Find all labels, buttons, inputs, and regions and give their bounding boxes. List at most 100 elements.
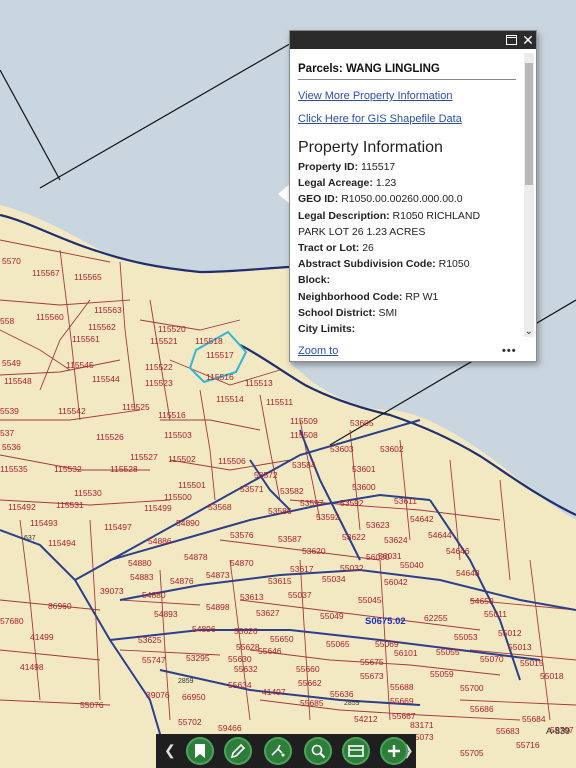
parcel-label: 54880 bbox=[128, 558, 152, 568]
parcel-label: 115522 bbox=[145, 362, 173, 372]
parcel-label: 115516 bbox=[206, 372, 234, 382]
parcel-label: 54644 bbox=[428, 530, 452, 540]
parcel-label: 55065 bbox=[326, 639, 350, 649]
parcel-label: 53584 bbox=[292, 460, 316, 470]
property-field-row: Legal Description: R1050 RICHLAND bbox=[298, 208, 522, 224]
road-label: 2859 bbox=[344, 700, 360, 707]
close-icon[interactable]: ✕ bbox=[521, 32, 535, 48]
parcel-label: 56101 bbox=[394, 648, 418, 658]
parcel-label: 115500 bbox=[164, 492, 192, 502]
parcel-label: 115494 bbox=[48, 538, 76, 548]
maximize-icon[interactable] bbox=[504, 32, 518, 48]
field-label: Neighborhood Code: bbox=[298, 290, 403, 303]
parcel-label: 53611 bbox=[394, 496, 417, 506]
parcel-label: 55032 bbox=[340, 563, 364, 573]
parcel-label: 53572 bbox=[254, 470, 278, 480]
parcel-label: 55683 bbox=[496, 726, 520, 736]
parcel-label: 53602 bbox=[380, 444, 404, 454]
highlight-parcel-label: S0675.02 bbox=[365, 616, 406, 627]
scroll-down-icon[interactable]: ⌄ bbox=[525, 326, 533, 337]
add-button[interactable] bbox=[380, 737, 408, 765]
parcel-label: 558 bbox=[0, 316, 14, 326]
parcel-label: 53603 bbox=[330, 444, 354, 454]
property-field-row: Neighborhood Code: RP W1 bbox=[298, 289, 522, 305]
parcel-label: 115565 bbox=[74, 272, 102, 282]
measure-button[interactable] bbox=[264, 737, 292, 765]
parcel-label: 115492 bbox=[8, 502, 36, 512]
parcel-label: 115523 bbox=[145, 378, 173, 388]
toolbar-prev-icon[interactable]: ❮ bbox=[164, 742, 176, 759]
property-field-row: Legal Acreage: 1.23 bbox=[298, 175, 522, 191]
field-value: PARK LOT 26 1.23 ACRES bbox=[298, 225, 426, 238]
field-label: Legal Description: bbox=[298, 209, 390, 222]
parcel-label: 53617 bbox=[290, 564, 314, 574]
gis-shapefile-link[interactable]: Click Here for GIS Shapefile Data bbox=[298, 113, 522, 125]
field-value: R1050 RICHLAND bbox=[392, 209, 481, 222]
zoom-search-button[interactable] bbox=[304, 737, 332, 765]
property-field-row: GEO ID: R1050.00.00260.000.00.0 bbox=[298, 191, 522, 207]
parcel-label: 115567 bbox=[32, 268, 60, 278]
parcel-label: 53568 bbox=[208, 502, 232, 512]
road-label: 637 bbox=[24, 535, 36, 542]
parcel-label: 54212 bbox=[354, 714, 378, 724]
parcel-label: 53613 bbox=[240, 592, 264, 602]
parcel-label: 115548 bbox=[4, 376, 32, 386]
popup-footer: Zoom to ••• bbox=[298, 345, 516, 357]
parcel-label: 55747 bbox=[142, 655, 166, 665]
parcel-label: 55626 bbox=[234, 626, 258, 636]
parcel-label: 54893 bbox=[154, 609, 178, 619]
parcel-label: 55628 bbox=[236, 642, 260, 652]
parcel-label: 55634 bbox=[228, 680, 252, 690]
parcel-label: 55013 bbox=[508, 642, 532, 652]
parcel-label: 55070 bbox=[480, 654, 504, 664]
parcel-label: 53623 bbox=[366, 520, 390, 530]
parcel-label: 55076 bbox=[80, 700, 104, 710]
parcel-label: 5536 bbox=[2, 442, 21, 452]
popup-scrollbar[interactable] bbox=[524, 53, 534, 337]
parcel-label: 53597 bbox=[300, 498, 324, 508]
field-value: 26 bbox=[362, 242, 374, 255]
bookmark-button[interactable] bbox=[186, 737, 214, 765]
parcel-label: 115526 bbox=[96, 432, 124, 442]
parcel-label: 55040 bbox=[400, 560, 424, 570]
parcel-label: 115501 bbox=[178, 480, 206, 490]
parcel-label: 115517 bbox=[206, 350, 234, 360]
add-icon bbox=[388, 745, 400, 757]
parcel-label: 41499 bbox=[30, 632, 54, 642]
zoom-to-link[interactable]: Zoom to bbox=[298, 345, 338, 357]
parcel-label: 41498 bbox=[20, 662, 44, 672]
parcel-label: 55632 bbox=[234, 664, 258, 674]
section-title: Property Information bbox=[298, 139, 443, 156]
parcel-label: 115528 bbox=[110, 464, 138, 474]
parcel-label: 57680 bbox=[0, 616, 24, 626]
parcel-label: 55053 bbox=[454, 632, 478, 642]
parcel-label: 55716 bbox=[516, 740, 540, 750]
draw-button[interactable] bbox=[224, 737, 252, 765]
scrollbar-thumb[interactable] bbox=[525, 63, 533, 185]
parcel-label: 537 bbox=[0, 428, 14, 438]
parcel-label: 83171 bbox=[410, 720, 434, 730]
parcel-label: 39073 bbox=[100, 586, 124, 596]
field-label: School District: bbox=[298, 306, 376, 319]
parcel-label: 53615 bbox=[268, 576, 292, 586]
parcel-label: 55630 bbox=[228, 654, 252, 664]
parcel-label: 66950 bbox=[182, 692, 206, 702]
table-button[interactable] bbox=[342, 737, 370, 765]
parcel-label: 54648 bbox=[456, 568, 480, 578]
parcel-label: 115532 bbox=[54, 464, 82, 474]
parcel-label: 115562 bbox=[88, 322, 116, 332]
parcel-label: 55700 bbox=[460, 683, 484, 693]
parcel-label: 115518 bbox=[195, 336, 223, 346]
view-more-property-link[interactable]: View More Property Information bbox=[298, 90, 522, 102]
parcel-label: 115527 bbox=[130, 452, 158, 462]
parcel-label: 53576 bbox=[230, 530, 254, 540]
parcel-label: 56031 bbox=[378, 551, 402, 561]
parcel-label: 54873 bbox=[206, 570, 230, 580]
parcel-label: 55705 bbox=[460, 748, 484, 758]
parcel-label: 54883 bbox=[130, 572, 154, 582]
parcel-label: 86960 bbox=[48, 601, 72, 611]
field-label: Legal Acreage: bbox=[298, 177, 373, 190]
more-options-icon[interactable]: ••• bbox=[502, 345, 517, 357]
property-popup: ✕ Parcels: WANG LINGLING View More Prope… bbox=[289, 30, 537, 362]
parcel-label: 55702 bbox=[178, 717, 202, 727]
